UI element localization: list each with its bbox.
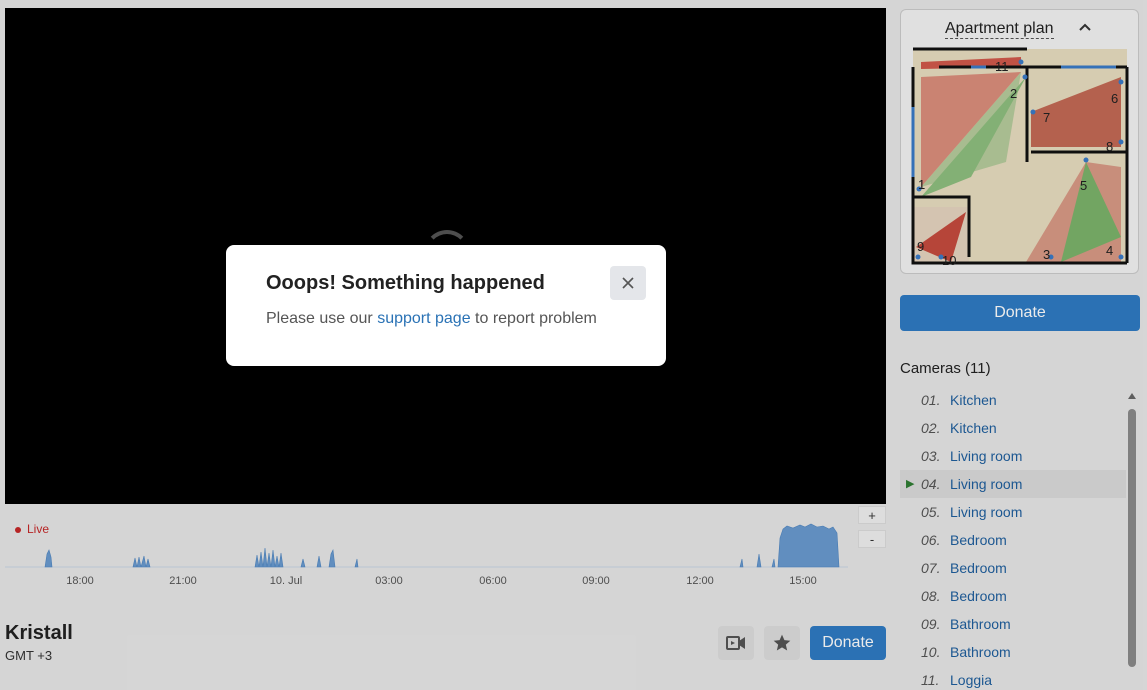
support-page-link[interactable]: support page <box>377 310 470 327</box>
error-dialog: Ooops! Something happened Please use our… <box>226 245 666 366</box>
dialog-close-button[interactable] <box>610 266 646 300</box>
close-icon <box>622 277 634 289</box>
dialog-message: Please use our support page to report pr… <box>266 310 597 327</box>
dialog-title: Ooops! Something happened <box>266 272 545 294</box>
